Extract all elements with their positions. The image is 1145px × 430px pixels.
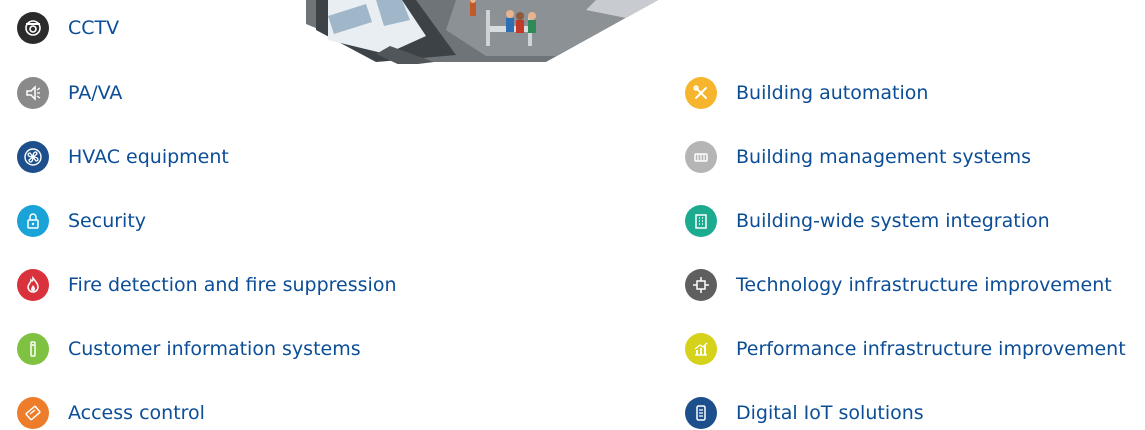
list-item-digital-iot: Digital IoT solutions xyxy=(685,396,924,430)
list-item-label: HVAC equipment xyxy=(68,146,229,168)
list-item-label: Technology infrastructure improvement xyxy=(736,274,1112,296)
list-item-label: Performance infrastructure improvement xyxy=(736,338,1126,360)
list-item-hvac-equipment: HVAC equipment xyxy=(17,140,229,174)
list-item-access-control: Access control xyxy=(17,396,205,430)
tools-icon xyxy=(685,77,717,109)
list-item-security: Security xyxy=(17,204,146,238)
building-icon xyxy=(685,141,717,173)
flame-icon xyxy=(17,269,49,301)
list-item-pa-va: PA/VA xyxy=(17,76,122,110)
list-item-label: Building management systems xyxy=(736,146,1032,168)
list-item-label: PA/VA xyxy=(68,82,123,104)
list-item-building-management: Building management systems xyxy=(685,140,1031,174)
fan-icon xyxy=(17,141,49,173)
list-item-label: Fire detection and fire suppression xyxy=(68,274,397,296)
list-item-label: CCTV xyxy=(68,17,120,39)
list-item-technology-infrastructure: Technology infrastructure improvement xyxy=(685,268,1112,302)
list-item-label: Access control xyxy=(68,402,205,424)
list-item-label: Building automation xyxy=(736,82,929,104)
list-item-label: Digital IoT solutions xyxy=(736,402,924,424)
list-item-customer-information: Customer information systems xyxy=(17,332,361,366)
performance-chart-icon xyxy=(685,333,717,365)
speaker-icon xyxy=(17,77,49,109)
office-building-icon xyxy=(685,205,717,237)
chip-icon xyxy=(685,269,717,301)
info-icon xyxy=(17,333,49,365)
list-item-performance-infrastructure: Performance infrastructure improvement xyxy=(685,332,1126,366)
lock-icon xyxy=(17,205,49,237)
device-icon xyxy=(685,397,717,429)
list-item-label: Customer information systems xyxy=(68,338,361,360)
list-item-fire-detection: Fire detection and fire suppression xyxy=(17,268,396,302)
list-item-label: Building-wide system integration xyxy=(736,210,1050,232)
train-station-illustration xyxy=(306,0,658,64)
list-item-building-automation: Building automation xyxy=(685,76,928,110)
list-item-system-integration: Building-wide system integration xyxy=(685,204,1050,238)
list-item-cctv: CCTV xyxy=(17,11,119,45)
cctv-camera-icon xyxy=(17,12,49,44)
keycard-icon xyxy=(17,397,49,429)
list-item-label: Security xyxy=(68,210,147,232)
